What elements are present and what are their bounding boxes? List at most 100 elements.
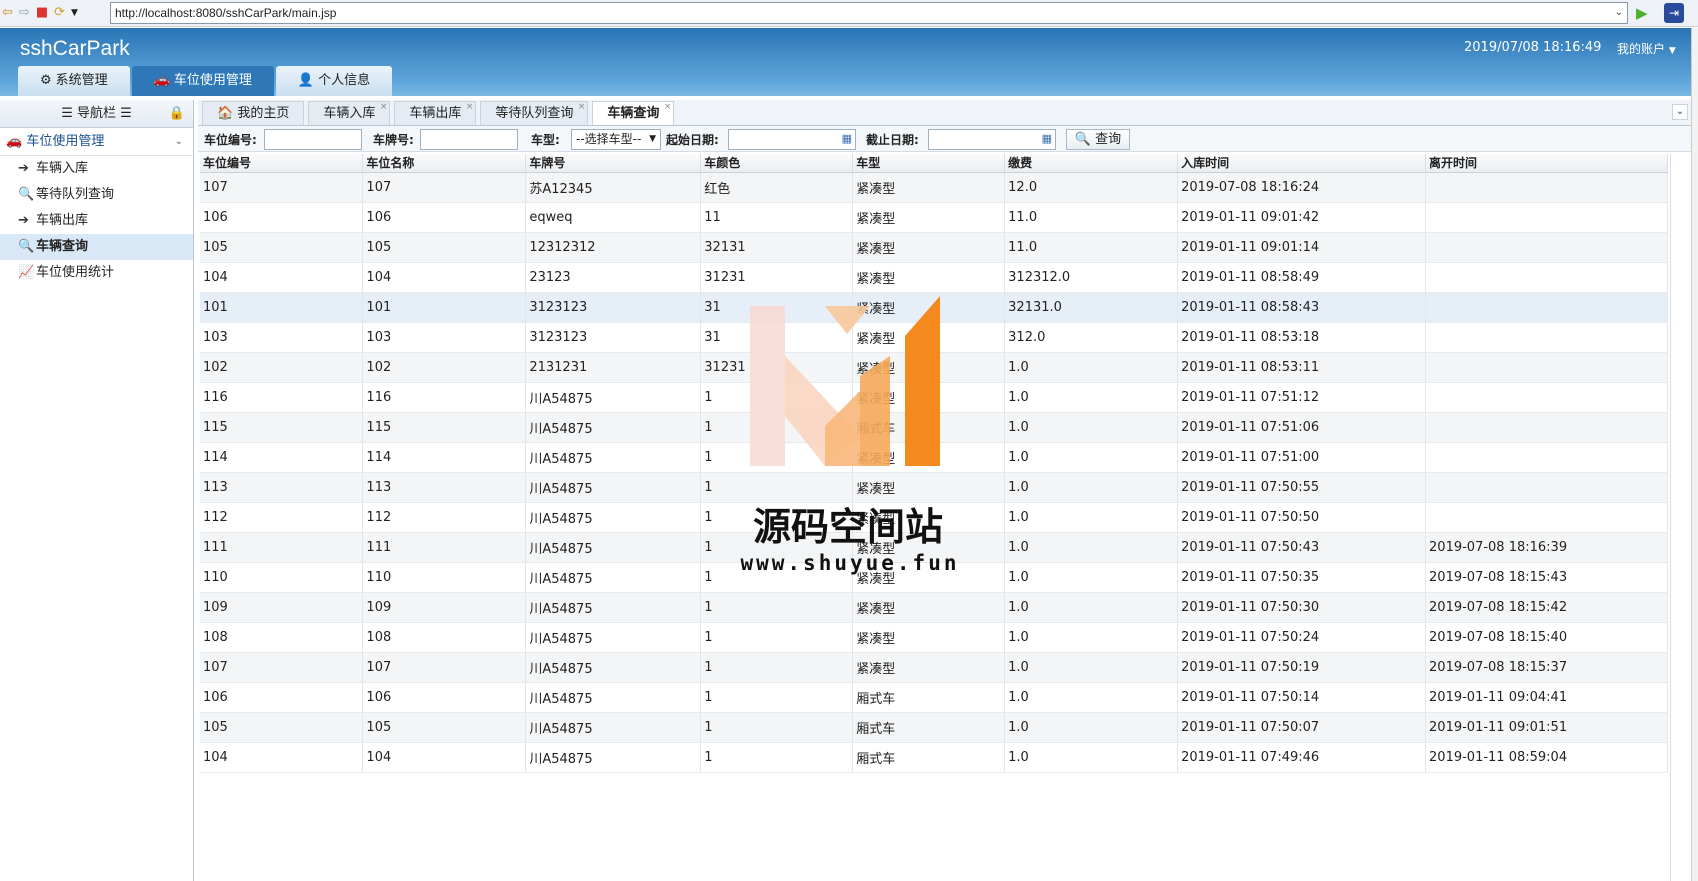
sidebar-item-vehicle-query[interactable]: 🔍 车辆查询 (0, 234, 193, 260)
car-icon: 🚗 (6, 134, 27, 149)
history-dropdown-icon[interactable]: ▼ (71, 4, 78, 22)
tab-parking-usage[interactable]: 🚗 车位使用管理 (131, 66, 274, 96)
table-cell: 1 (700, 622, 854, 653)
sidebar-item-vehicle-in[interactable]: ➔ 车辆入库 (0, 156, 193, 182)
column-header[interactable]: 车位编号 (200, 154, 364, 173)
table-cell: 2019-01-11 07:50:50 (1177, 502, 1427, 533)
tab-queue-query[interactable]: 等待队列查询 × (480, 101, 589, 125)
account-label: 我的账户 (1617, 42, 1666, 56)
forward-icon[interactable]: ⇨ (19, 4, 30, 22)
stop-icon[interactable]: ■ (36, 4, 48, 22)
table-cell: 2019-01-11 09:01:14 (1177, 232, 1427, 263)
table-cell: 1 (700, 532, 854, 563)
table-cell: 1.0 (1004, 442, 1179, 473)
table-cell: 32131 (700, 232, 854, 263)
close-icon[interactable]: × (578, 95, 586, 119)
lock-icon[interactable]: 🔒 (169, 100, 185, 128)
table-cell: 1.0 (1004, 352, 1179, 383)
start-date-input[interactable]: ▦ (728, 129, 856, 150)
table-row[interactable]: 105 105 12312312 32131 紧凑型 11.0 2019-01-11 09:… (200, 232, 1668, 263)
url-input[interactable]: http://localhost:8080/sshCarPark/main.js… (110, 2, 1628, 24)
refresh-icon[interactable]: ⟳ (54, 4, 65, 22)
close-icon[interactable]: × (664, 95, 672, 119)
tab-system-management[interactable]: ⚙ 系统管理 (18, 66, 130, 96)
table-cell: 川A54875 (525, 502, 702, 533)
user-icon: 👤 (297, 73, 315, 88)
column-header[interactable]: 缴费 (1004, 154, 1179, 173)
table-row[interactable]: 107 107 苏A12345 红色 紧凑型 12.0 2019-07-08 18:16:2… (200, 172, 1668, 203)
table-cell: 2019-01-11 07:51:00 (1177, 442, 1427, 473)
table-cell: 川A54875 (525, 652, 702, 683)
table-cell: 川A54875 (525, 682, 702, 713)
table-row[interactable]: 112 112 川A54875 1 紧凑型 1.0 2019-01-11 07:50:50 (200, 502, 1668, 533)
search-icon: 🔍 (18, 187, 35, 202)
table-row[interactable]: 111 111 川A54875 1 紧凑型 1.0 2019-01-11 07:50:43 2… (200, 532, 1668, 563)
table-row[interactable]: 114 114 川A54875 1 紧凑型 1.0 2019-01-11 07:51:00 (200, 442, 1668, 473)
go-icon[interactable]: ▶ (1636, 4, 1648, 22)
tab-vehicle-out[interactable]: 车辆出库 × (394, 101, 477, 125)
table-row[interactable]: 106 106 eqweq 11 紧凑型 11.0 2019-01-11 09:01:42 (200, 202, 1668, 233)
table-cell: 紧凑型 (852, 532, 1006, 563)
sidebar-item-usage-stats[interactable]: 📈 车位使用统计 (0, 260, 193, 286)
extension-icon[interactable]: ⇥ (1664, 3, 1684, 23)
table-cell: 111 (362, 532, 527, 563)
column-header[interactable]: 车位名称 (362, 154, 527, 173)
sidebar-item-vehicle-out[interactable]: ➔ 车辆出库 (0, 208, 193, 234)
table-cell: 厢式车 (852, 412, 1006, 443)
table-cell (1425, 352, 1668, 383)
end-date-label: 截止日期: (866, 133, 919, 147)
table-row[interactable]: 101 101 3123123 31 紧凑型 32131.0 2019-01-11 08:5… (200, 292, 1668, 323)
column-header[interactable]: 车牌号 (525, 154, 702, 173)
table-row[interactable]: 116 116 川A54875 1 紧凑型 1.0 2019-01-11 07:51:12 (200, 382, 1668, 413)
tab-label: 车辆入库 (323, 106, 376, 121)
table-row[interactable]: 108 108 川A54875 1 紧凑型 1.0 2019-01-11 07:50:24 2… (200, 622, 1668, 653)
column-header[interactable]: 入库时间 (1177, 154, 1427, 173)
table-row[interactable]: 103 103 3123123 31 紧凑型 312.0 2019-01-11 08:53:… (200, 322, 1668, 353)
sidebar-group-parking[interactable]: 🚗 车位使用管理 ⌄ (0, 128, 193, 156)
table-row[interactable]: 105 105 川A54875 1 厢式车 1.0 2019-01-11 07:50:07 2… (200, 712, 1668, 743)
table-cell: 1.0 (1004, 412, 1179, 443)
window-scrollbar[interactable] (1691, 28, 1698, 881)
tab-personal-info[interactable]: 👤 个人信息 (275, 66, 393, 96)
table-row[interactable]: 106 106 川A54875 1 厢式车 1.0 2019-01-11 07:50:14 2… (200, 682, 1668, 713)
table-row[interactable]: 107 107 川A54875 1 紧凑型 1.0 2019-01-11 07:50:19 2… (200, 652, 1668, 683)
table-cell: 1 (700, 442, 854, 473)
column-header[interactable]: 离开时间 (1425, 154, 1668, 173)
column-header[interactable]: 车型 (852, 154, 1006, 173)
calendar-icon[interactable]: ▦ (1042, 132, 1052, 145)
table-cell: 2019-01-11 09:04:41 (1425, 682, 1668, 713)
table-cell: 1.0 (1004, 472, 1179, 503)
car-type-select[interactable]: --选择车型-- ▼ (571, 129, 661, 150)
close-icon[interactable]: × (380, 95, 388, 119)
table-cell: 114 (362, 442, 527, 473)
table-cell (1425, 502, 1668, 533)
table-row[interactable]: 102 102 2131231 31231 紧凑型 1.0 2019-01-11 08:53… (200, 352, 1668, 383)
end-date-input[interactable]: ▦ (928, 129, 1056, 150)
plate-input[interactable] (420, 129, 518, 150)
table-cell: 川A54875 (525, 382, 702, 413)
table-cell: 厢式车 (852, 712, 1006, 743)
table-row[interactable]: 109 109 川A54875 1 紧凑型 1.0 2019-01-11 07:50:30 2… (200, 592, 1668, 623)
back-icon[interactable]: ⇦ (2, 4, 13, 22)
sidebar-item-queue-query[interactable]: 🔍 等待队列查询 (0, 182, 193, 208)
sidebar-item-label: 等待队列查询 (36, 187, 115, 202)
tab-home[interactable]: 🏠 我的主页 (202, 101, 305, 125)
table-row[interactable]: 104 104 川A54875 1 厢式车 1.0 2019-01-11 07:49:46 2… (200, 742, 1668, 773)
collapse-icon[interactable]: ⌄ (1672, 104, 1688, 120)
table-cell: 苏A12345 (525, 172, 702, 203)
table-row[interactable]: 115 115 川A54875 1 厢式车 1.0 2019-01-11 07:51:06 (200, 412, 1668, 443)
table-row[interactable]: 104 104 23123 31231 紧凑型 312312.0 2019-01-11 08… (200, 262, 1668, 293)
column-header[interactable]: 车颜色 (700, 154, 854, 173)
browser-address-bar: ⇦ ⇨ ■ ⟳ ▼ http://localhost:8080/sshCarPa… (0, 0, 1698, 27)
tab-vehicle-query[interactable]: 车辆查询 × (592, 101, 675, 125)
space-no-input[interactable] (264, 129, 362, 150)
url-dropdown-icon[interactable]: ⌄ (1615, 3, 1623, 23)
search-button[interactable]: 🔍 查询 (1066, 129, 1130, 150)
calendar-icon[interactable]: ▦ (842, 132, 852, 145)
table-row[interactable]: 110 110 川A54875 1 紧凑型 1.0 2019-01-11 07:50:35 2… (200, 562, 1668, 593)
table-row[interactable]: 113 113 川A54875 1 紧凑型 1.0 2019-01-11 07:50:55 (200, 472, 1668, 503)
table-header-row: 车位编号 车位名称 车牌号 车颜色 车型 缴费 入库时间 离开时间 (200, 154, 1668, 173)
account-menu[interactable]: 我的账户 ▼ (1617, 40, 1676, 57)
tab-vehicle-in[interactable]: 车辆入库 × (308, 101, 391, 125)
close-icon[interactable]: × (466, 95, 474, 119)
